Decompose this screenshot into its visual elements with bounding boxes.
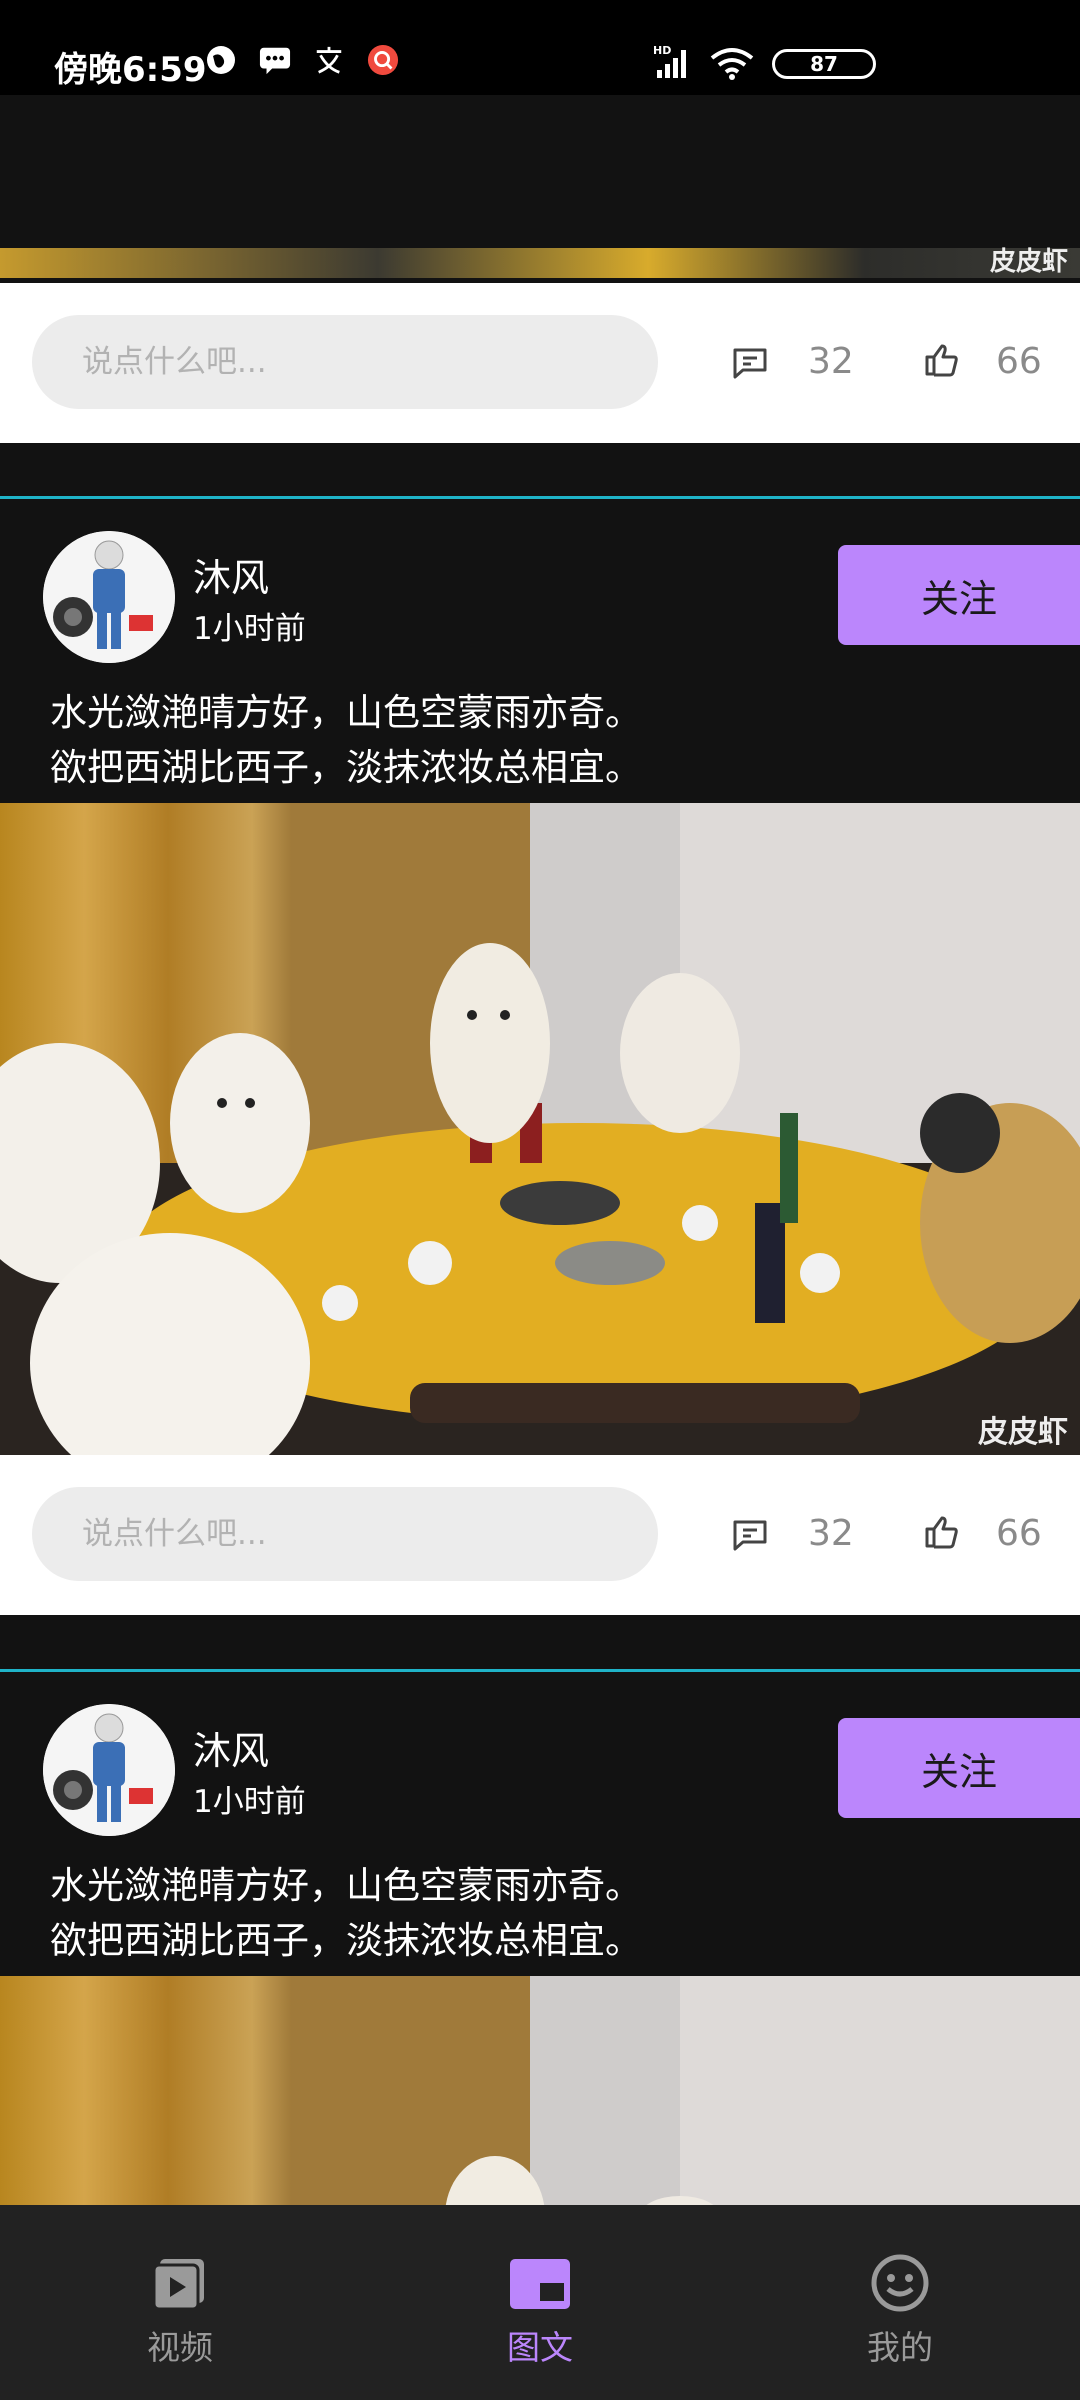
- post-text-line-2: 欲把西湖比西子，淡抹浓妆总相宜。: [50, 1919, 642, 1962]
- post-text: 水光潋滟晴方好，山色空蒙雨亦奇。 欲把西湖比西子，淡抹浓妆总相宜。: [50, 685, 642, 795]
- nav-item-mine[interactable]: 我的: [720, 2205, 1080, 2400]
- follow-button[interactable]: 关注: [838, 1718, 1080, 1818]
- nav-item-video[interactable]: 视频: [0, 2205, 360, 2400]
- post-text: 水光潋滟晴方好，山色空蒙雨亦奇。 欲把西湖比西子，淡抹浓妆总相宜。: [50, 1858, 642, 1968]
- battery-level: 87: [810, 52, 838, 76]
- hd-text: HD: [653, 44, 671, 57]
- post-image-photo: [0, 1976, 1080, 2205]
- nav-label-mine: 我的: [867, 2328, 933, 2367]
- image-text-icon: [510, 2259, 570, 2309]
- status-bar: 傍晚6:59 HD 87: [0, 0, 1080, 95]
- globe-icon: [205, 44, 237, 76]
- status-time: 傍晚6:59: [54, 50, 207, 90]
- translate-icon: [313, 44, 345, 76]
- nav-label-image-text: 图文: [507, 2328, 573, 2367]
- post-text-line-1: 水光潋滟晴方好，山色空蒙雨亦奇。: [50, 1864, 642, 1907]
- avatar-figure-icon: [43, 1704, 175, 1836]
- like-count: 66: [996, 1513, 1042, 1554]
- comment-input[interactable]: [32, 1487, 658, 1581]
- nav-label-video: 视频: [147, 2328, 213, 2367]
- bottom-nav: 视频 图文 我的: [0, 2205, 1080, 2400]
- post-separator: [0, 443, 1080, 498]
- author-name[interactable]: 沐风: [193, 1720, 269, 1775]
- avatar[interactable]: [43, 531, 175, 663]
- nav-item-image-text[interactable]: 图文: [360, 2205, 720, 2400]
- comment-icon[interactable]: [732, 347, 768, 383]
- battery-indicator: 87: [772, 49, 876, 79]
- video-icon: [152, 2259, 204, 2311]
- image-watermark: 皮皮虾: [989, 247, 1068, 277]
- network-hd-icon: HD: [653, 44, 695, 84]
- search-badge-icon: [367, 44, 399, 76]
- post-action-bar: 32 66: [0, 1455, 1080, 1615]
- image-watermark: 皮皮虾: [978, 1415, 1068, 1450]
- post-image-photo: [0, 803, 1080, 1455]
- avatar-figure-icon: [43, 531, 175, 663]
- post-text-line-1: 水光潋滟晴方好，山色空蒙雨亦奇。: [50, 691, 642, 734]
- comment-icon[interactable]: [732, 1519, 768, 1555]
- post-image[interactable]: [0, 1976, 1080, 2205]
- post-action-bar: 32 66: [0, 283, 1080, 443]
- like-count: 66: [996, 341, 1042, 382]
- comment-count: 32: [808, 1513, 854, 1554]
- follow-button[interactable]: 关注: [838, 545, 1080, 645]
- post-time: 1小时前: [193, 611, 306, 647]
- thumbs-up-icon[interactable]: [924, 343, 960, 381]
- face-icon: [871, 2254, 929, 2312]
- wifi-icon: [710, 46, 754, 84]
- comment-count: 32: [808, 341, 854, 382]
- feed[interactable]: 皮皮虾 32 66 沐风 1小时前 关注 水光潋滟晴方好，: [0, 95, 1080, 2205]
- post-text-line-2: 欲把西湖比西子，淡抹浓妆总相宜。: [50, 746, 642, 789]
- comment-input[interactable]: [32, 315, 658, 409]
- post-separator: [0, 1615, 1080, 1670]
- author-name[interactable]: 沐风: [193, 547, 269, 602]
- feed-top-spacer: [0, 95, 1080, 248]
- message-icon: [259, 44, 291, 76]
- post-image-peek[interactable]: 皮皮虾: [0, 247, 1080, 278]
- thumbs-up-icon[interactable]: [924, 1515, 960, 1553]
- post-time: 1小时前: [193, 1784, 306, 1820]
- avatar[interactable]: [43, 1704, 175, 1836]
- post-image[interactable]: 皮皮虾: [0, 803, 1080, 1455]
